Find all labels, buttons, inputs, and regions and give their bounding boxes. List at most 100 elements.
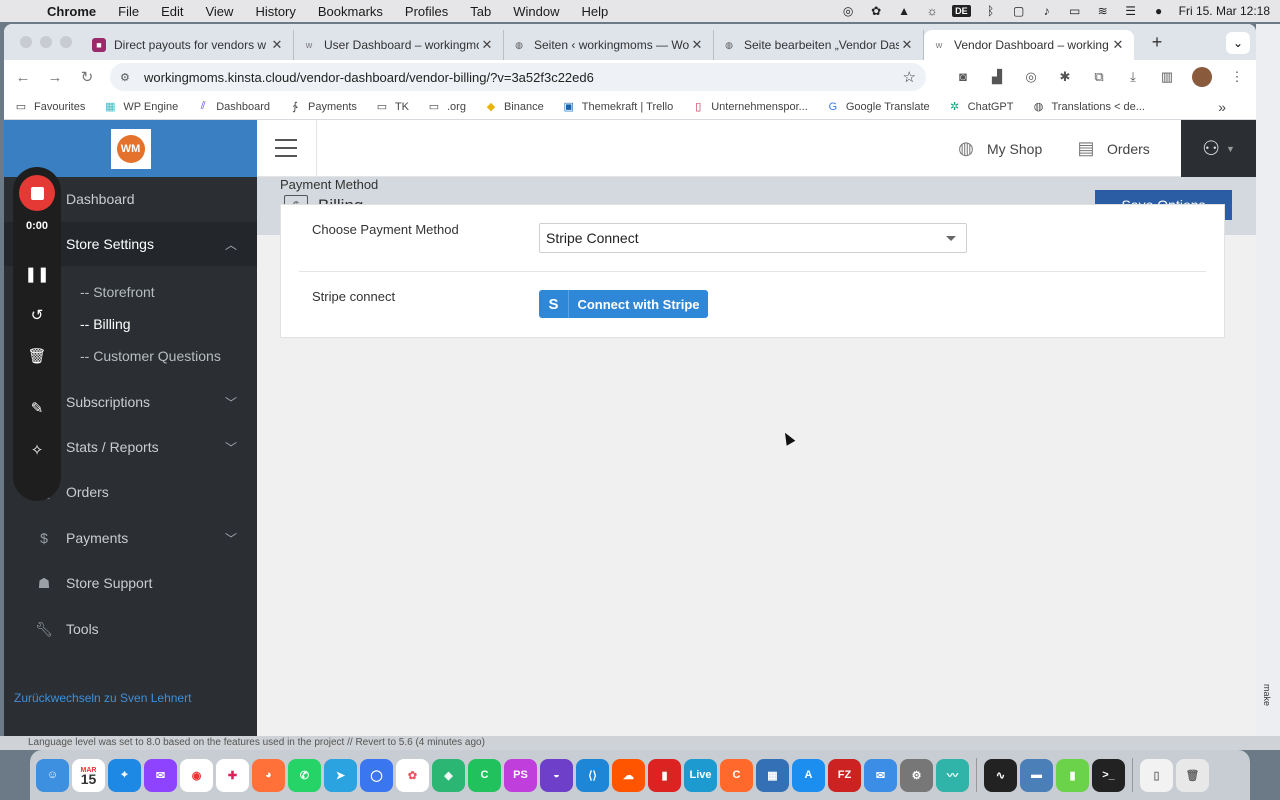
menu-edit[interactable]: Edit — [150, 4, 194, 19]
filezilla-icon[interactable]: FZ — [828, 758, 861, 792]
clion-icon[interactable]: C — [468, 758, 501, 792]
browser-tab[interactable]: ■ Direct payouts for vendors w ✕ — [84, 30, 294, 60]
address-bar[interactable]: ⚙ workingmoms.kinsta.cloud/vendor-dashbo… — [110, 63, 926, 91]
chart-app-icon[interactable]: ▮ — [648, 758, 681, 792]
browser-menu-icon[interactable]: ⋮ — [1228, 68, 1246, 86]
close-tab-icon[interactable]: ✕ — [479, 37, 495, 53]
sidebar-subitem-storefront[interactable]: -- Storefront — [80, 284, 155, 300]
phpstorm-icon[interactable]: PS — [504, 758, 537, 792]
sidebar-subitem-customer-questions[interactable]: -- Customer Questions — [80, 348, 221, 364]
vscode-icon[interactable]: ⟨⟩ — [576, 758, 609, 792]
browser-tab[interactable]: ◍ Seite bearbeiten „Vendor Das ✕ — [714, 30, 924, 60]
app-store-icon[interactable]: A — [792, 758, 825, 792]
trash-icon[interactable]: 🗑︎ — [1176, 758, 1209, 792]
close-tab-icon[interactable]: ✕ — [269, 37, 285, 53]
screenshot-extension-icon[interactable]: ◙ — [954, 68, 972, 86]
more-bookmarks-icon[interactable]: » — [1218, 99, 1226, 115]
numbers-icon[interactable]: ▮ — [1056, 758, 1089, 792]
live-app-icon[interactable]: Live — [684, 758, 717, 792]
status-icon[interactable]: ◎ — [840, 4, 856, 18]
bookmark-item[interactable]: ▣ Themekraft | Trello — [562, 101, 674, 114]
terminal-icon[interactable]: >_ — [1092, 758, 1125, 792]
app-icon[interactable]: ▬ — [1020, 758, 1053, 792]
telegram-icon[interactable]: ➤ — [324, 758, 357, 792]
siri-icon[interactable]: ● — [1151, 4, 1167, 18]
payment-method-select[interactable]: Stripe Connect — [539, 223, 967, 253]
user-menu-button[interactable]: ⚇ ▼ — [1181, 120, 1256, 177]
whatsapp-icon[interactable]: ✆ — [288, 758, 321, 792]
close-tab-icon[interactable]: ✕ — [899, 37, 915, 53]
browser-tab[interactable]: w User Dashboard – workingmo ✕ — [294, 30, 504, 60]
new-tab-icon[interactable]: + — [1142, 32, 1172, 53]
firefox-icon[interactable]: ◕ — [252, 758, 285, 792]
menu-history[interactable]: History — [244, 4, 306, 19]
finder-icon[interactable]: ☺ — [36, 758, 69, 792]
calendar-icon[interactable]: MAR 15 — [72, 758, 105, 792]
download-icon[interactable]: ⤓ — [1124, 68, 1142, 86]
close-tab-icon[interactable]: ✕ — [1110, 37, 1126, 53]
menu-profiles[interactable]: Profiles — [394, 4, 459, 19]
activity-monitor-icon[interactable]: ∿ — [984, 758, 1017, 792]
extensions-puzzle-icon[interactable]: ⧉ — [1090, 68, 1108, 86]
menu-help[interactable]: Help — [571, 4, 620, 19]
system-settings-icon[interactable]: ⚙ — [900, 758, 933, 792]
bookmark-item[interactable]: ⫽ Dashboard — [196, 100, 270, 113]
menu-tab[interactable]: Tab — [459, 4, 502, 19]
address-url[interactable]: workingmoms.kinsta.cloud/vendor-dashboar… — [144, 70, 903, 85]
bookmark-item[interactable]: ∱ Payments — [288, 101, 357, 114]
close-tab-icon[interactable]: ✕ — [689, 37, 705, 53]
sidebar-item-tools[interactable]: 🔧︎ Tools — [4, 607, 257, 651]
chrome-icon[interactable]: ◉ — [180, 758, 213, 792]
status-icon[interactable]: ▲ — [896, 4, 912, 18]
sidebar-item-payments[interactable]: $ Payments ﹀ — [4, 516, 257, 560]
chart-extension-icon[interactable]: ▟ — [988, 68, 1006, 86]
reload-icon[interactable]: ↻ — [78, 68, 96, 86]
my-shop-link[interactable]: ◍ My Shop — [955, 120, 1042, 177]
browser-tab[interactable]: ◍ Seiten ‹ workingmoms — Wo ✕ — [504, 30, 714, 60]
profile-avatar[interactable] — [1192, 67, 1212, 87]
volume-icon[interactable]: ♪ — [1039, 4, 1055, 18]
switch-back-user-link[interactable]: Zurückwechseln zu Sven Lehnert — [14, 691, 191, 705]
gear-extension-icon[interactable]: ✱ — [1056, 68, 1074, 86]
browser-tab-active[interactable]: w Vendor Dashboard – working ✕ — [924, 30, 1134, 60]
app-icon[interactable]: ◈ — [432, 758, 465, 792]
menu-bookmarks[interactable]: Bookmarks — [307, 4, 394, 19]
bookmark-item[interactable]: ◍ Translations < de... — [1032, 101, 1145, 114]
bookmark-item[interactable]: ▭ TK — [375, 101, 409, 114]
pause-icon[interactable]: ❚❚ — [24, 262, 49, 286]
close-window-button[interactable] — [20, 36, 32, 48]
messenger-icon[interactable]: ✉ — [144, 758, 177, 792]
tab-search-icon[interactable]: ⌄ — [1226, 32, 1250, 54]
control-center-icon[interactable]: ☰ — [1123, 4, 1139, 18]
sidebar-subitem-billing[interactable]: -- Billing — [80, 316, 131, 332]
bookmark-item[interactable]: G Google Translate — [826, 101, 930, 113]
battery-icon[interactable]: ▭ — [1067, 4, 1083, 18]
extension-icon[interactable]: ◎ — [1022, 68, 1040, 86]
window-icon[interactable]: ▢ — [1011, 4, 1027, 18]
orders-link[interactable]: ▤ Orders — [1075, 120, 1149, 177]
pencil-icon[interactable]: ✎ — [25, 396, 49, 420]
wifi-icon[interactable]: ≋ — [1095, 4, 1111, 18]
stop-recording-button[interactable] — [19, 175, 55, 211]
forward-icon[interactable]: → — [46, 69, 64, 86]
signal-icon[interactable]: ◯ — [360, 758, 393, 792]
menubar-clock[interactable]: Fri 15. Mar 12:18 — [1179, 4, 1270, 18]
bookmark-item[interactable]: ◆ Binance — [484, 101, 544, 114]
bookmark-star-icon[interactable]: ☆ — [903, 68, 916, 86]
status-icon[interactable]: ✿ — [868, 4, 884, 18]
bookmark-item[interactable]: ▭ .org — [427, 101, 466, 114]
app-icon[interactable]: ▦ — [756, 758, 789, 792]
codekit-icon[interactable]: C — [720, 758, 753, 792]
zoom-window-button[interactable] — [60, 36, 72, 48]
safari-icon[interactable]: ⌖ — [108, 758, 141, 792]
site-info-icon[interactable]: ⚙ — [120, 71, 136, 84]
menu-file[interactable]: File — [107, 4, 150, 19]
side-panel-icon[interactable]: ▥ — [1158, 68, 1176, 86]
keyboard-layout-indicator[interactable]: DE — [952, 5, 971, 17]
menu-window[interactable]: Window — [502, 4, 570, 19]
back-icon[interactable]: ← — [14, 69, 32, 86]
slack-icon[interactable]: ✚ — [216, 758, 249, 792]
photos-icon[interactable]: ✿ — [396, 758, 429, 792]
soundcloud-icon[interactable]: ☁ — [612, 758, 645, 792]
bookmark-item[interactable]: ▯ Unternehmenspor... — [691, 101, 808, 114]
